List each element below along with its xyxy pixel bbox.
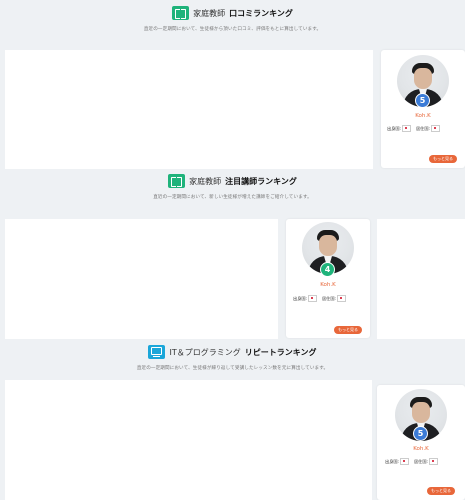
- tutor-name[interactable]: Koh.K: [286, 282, 370, 288]
- rank-badge: 5: [413, 426, 428, 441]
- residence-country-label: 居住国:: [415, 125, 430, 131]
- ranking-carousel-panel: [377, 219, 465, 339]
- more-button[interactable]: もっと見る: [429, 155, 457, 163]
- title-prefix: 家庭教師: [193, 8, 226, 18]
- birth-country-label: 出身国:: [387, 125, 401, 131]
- section-reviews-header: 家庭教師 口コミランキング 直近の一定期間において、生徒様から頂いた口コミ、評価…: [0, 6, 465, 32]
- section-subtitle: 直近の一定期間において、生徒様から頂いた口コミ、評価をもとに算出しています。: [143, 27, 322, 32]
- section-subtitle: 直近の一定期間において、生徒様が繰り返して受講したレッスン数を元に算出しています…: [136, 366, 329, 371]
- rank-badge: 5: [415, 93, 430, 108]
- birth-country-label: 出身国:: [385, 458, 399, 464]
- residence-country-label: 居住国:: [413, 458, 428, 464]
- tutor-card[interactable]: 5 Koh.K 出身国: 居住国: もっと見る: [381, 50, 465, 168]
- japan-flag-icon: [336, 295, 346, 302]
- tutor-card[interactable]: 5 Koh.K 出身国: 居住国: もっと見る: [377, 385, 465, 500]
- computer-icon: [148, 345, 166, 359]
- title-main: 注目講師ランキング: [225, 176, 297, 186]
- section-repeat-header: IT＆プログラミング リピートランキング 直近の一定期間において、生徒様が繰り返…: [0, 345, 465, 371]
- title-main: リピートランキング: [244, 347, 317, 357]
- tutor-card[interactable]: 4 Koh.K 出身国: 居住国: もっと見る: [286, 219, 370, 338]
- japan-flag-icon: [430, 125, 440, 132]
- section-title: 家庭教師 口コミランキング: [0, 6, 465, 20]
- more-button[interactable]: もっと見る: [334, 326, 362, 334]
- birth-country-label: 出身国:: [293, 295, 307, 301]
- ranking-carousel-panel: [5, 50, 373, 169]
- residence-country-label: 居住国:: [321, 295, 336, 301]
- rank-badge: 4: [320, 262, 335, 277]
- section-subtitle: 直近の一定期間において、新しい生徒様が増えた講師をご紹介しています。: [153, 195, 312, 200]
- japan-flag-icon: [307, 295, 317, 302]
- tutor-name[interactable]: Koh.K: [377, 446, 465, 452]
- more-button[interactable]: もっと見る: [427, 487, 455, 495]
- title-prefix: 家庭教師: [189, 176, 222, 186]
- tutor-name[interactable]: Koh.K: [381, 113, 465, 119]
- book-icon: [172, 6, 190, 20]
- title-main: 口コミランキング: [229, 8, 293, 18]
- book-icon: [168, 174, 186, 188]
- tutor-country-info: 出身国: 居住国:: [293, 295, 348, 302]
- japan-flag-icon: [428, 458, 438, 465]
- ranking-carousel-panel: [5, 380, 372, 500]
- japan-flag-icon: [401, 125, 411, 132]
- title-prefix: IT＆プログラミング: [169, 347, 241, 357]
- section-featured-header: 家庭教師 注目講師ランキング 直近の一定期間において、新しい生徒様が増えた講師を…: [0, 174, 465, 200]
- section-title: IT＆プログラミング リピートランキング: [0, 345, 465, 359]
- section-title: 家庭教師 注目講師ランキング: [0, 174, 465, 188]
- tutor-country-info: 出身国: 居住国:: [385, 458, 440, 465]
- japan-flag-icon: [399, 458, 409, 465]
- ranking-carousel-panel: [5, 219, 278, 339]
- tutor-country-info: 出身国: 居住国:: [387, 125, 442, 132]
